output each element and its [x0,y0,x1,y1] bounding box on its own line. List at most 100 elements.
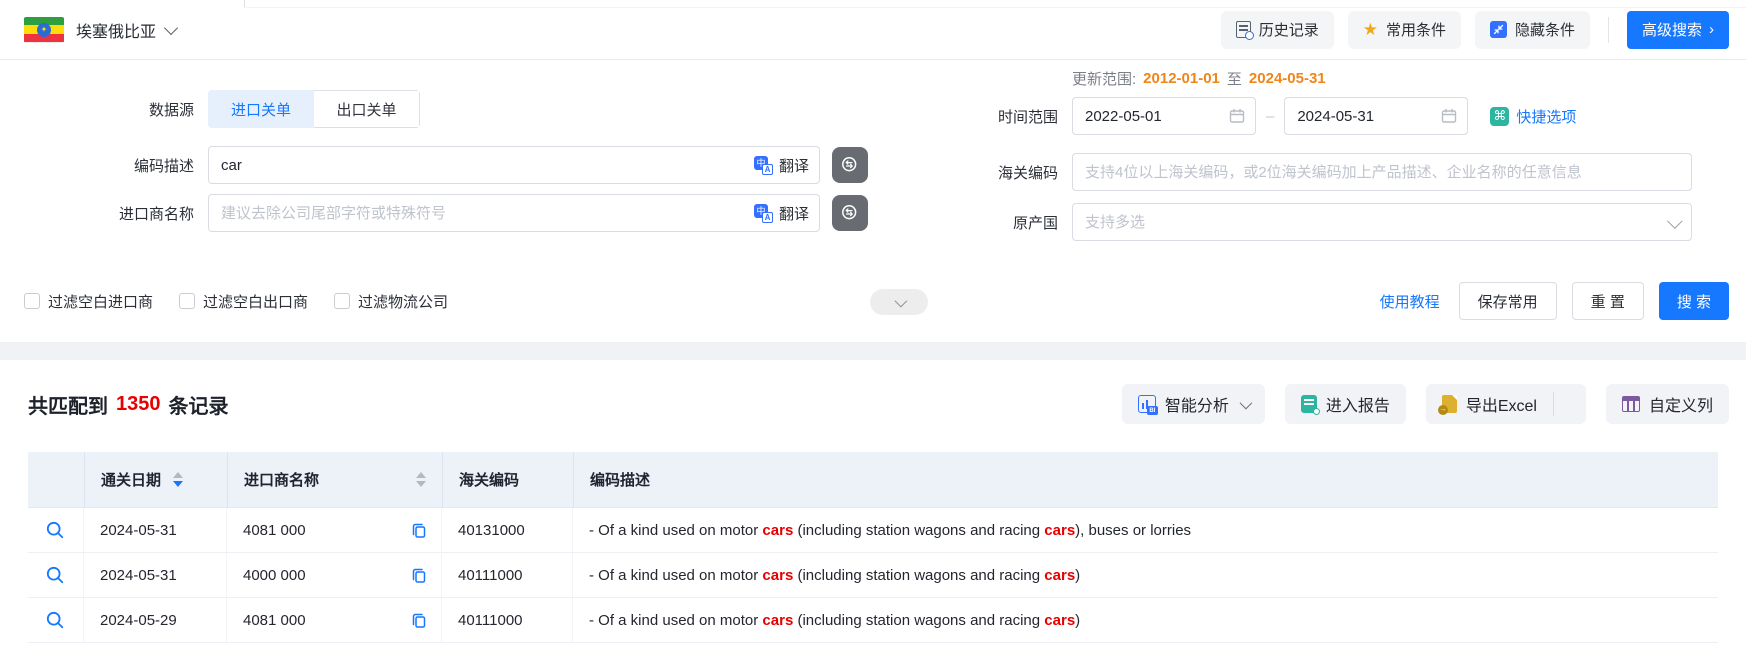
table-header-row: 通关日期 进口商名称 [28,452,1718,508]
copy-icon[interactable] [411,522,427,539]
cell-description: - Of a kind used on motor cars (includin… [573,598,1718,643]
filter-blank-importer[interactable]: 过滤空白进口商 [24,291,153,312]
filter-checkbox-group: 过滤空白进口商 过滤空白出口商 过滤物流公司 [24,291,448,312]
excel-file-icon: → [1442,395,1457,413]
importer-name: 4000 000 [243,567,306,584]
table-row[interactable]: 2024-05-31 4081 000 40131000 - Of a kind… [28,508,1718,553]
calendar-icon [1441,108,1457,124]
save-favorite-button[interactable]: 保存常用 [1459,282,1557,320]
synonym-search-button[interactable] [832,147,868,183]
export-excel-label: 导出Excel [1466,392,1537,416]
export-excel-button[interactable]: → 导出Excel [1426,384,1553,424]
results-table-body: 2024-05-31 4081 000 40131000 - Of a kind… [28,508,1718,643]
translate-button-2[interactable]: 中 A 翻译 [748,195,809,231]
tutorial-link[interactable]: 使用教程 [1380,291,1440,312]
start-date-picker[interactable] [1072,97,1256,135]
translate-icon: 中 A [754,204,773,223]
update-range-label: 更新范围: [1072,68,1136,89]
header-code-description: 编码描述 [573,452,1718,508]
cell-date: 2024-05-31 [84,508,227,553]
filter-label: 过滤空白出口商 [203,291,308,312]
table-row[interactable]: 2024-05-31 4000 000 40111000 - Of a kind… [28,553,1718,598]
checkbox-icon[interactable] [179,293,195,309]
customize-columns-button[interactable]: 自定义列 [1606,384,1729,424]
code-description-label: 编码描述 [24,155,194,176]
data-source-label: 数据源 [24,99,194,120]
end-date-picker[interactable] [1284,97,1468,135]
synonym-search-button-2[interactable] [832,195,868,231]
country-selector-label[interactable]: 埃塞俄比亚 [76,18,156,42]
magnifier-icon[interactable] [45,565,66,586]
tab-export-declarations[interactable]: 出口关单 [314,90,420,128]
translate-button[interactable]: 中 A 翻译 [748,147,809,183]
magnifier-icon[interactable] [45,610,66,631]
ethiopia-flag-icon: ✦ [24,17,64,43]
magnifier-icon[interactable] [45,520,66,541]
quick-options-button[interactable]: ⌘ 快捷选项 [1490,106,1576,127]
importer-name: 4081 000 [243,612,306,629]
translate-label: 翻译 [779,203,809,224]
translate-icon: 中 A [754,156,773,175]
advanced-search-button[interactable]: 高级搜索 › [1627,11,1729,49]
favorites-button[interactable]: ★ 常用条件 [1348,11,1461,49]
expand-conditions-button[interactable] [870,289,928,315]
time-range-label: 时间范围 [904,106,1058,127]
cell-description: - Of a kind used on motor cars (includin… [573,553,1718,598]
cell-importer: 4000 000 [227,553,442,598]
calendar-icon [1229,108,1245,124]
export-options-button[interactable] [1554,384,1586,424]
cell-importer: 4081 000 [227,598,442,643]
section-divider [0,342,1746,360]
filter-blank-exporter[interactable]: 过滤空白出口商 [179,291,308,312]
filter-label: 过滤物流公司 [358,291,448,312]
tab-import-declarations[interactable]: 进口关单 [208,90,314,128]
header-hs-code: 海关编码 [442,452,573,508]
end-date-input[interactable] [1285,98,1441,134]
chevron-down-icon [1239,396,1252,409]
cell-hs-code: 40111000 [442,553,573,598]
checkbox-icon[interactable] [24,293,40,309]
copy-icon[interactable] [411,612,427,629]
sort-control-importer[interactable] [416,472,426,487]
reset-button[interactable]: 重 置 [1572,282,1644,320]
table-row[interactable]: 2024-05-29 4081 000 40111000 - Of a kind… [28,598,1718,643]
enter-report-label: 进入报告 [1326,392,1390,416]
hide-conditions-button[interactable]: 隐藏条件 [1475,11,1590,49]
hide-conditions-label: 隐藏条件 [1515,19,1575,40]
origin-country-select[interactable] [1072,203,1692,241]
history-button[interactable]: 历史记录 [1221,11,1334,49]
sort-desc-icon [173,481,183,487]
filter-label: 过滤空白进口商 [48,291,153,312]
exchange-icon [840,155,860,175]
row-detail-cell [28,508,84,553]
column-label: 编码描述 [590,472,650,489]
hs-code-input[interactable] [1073,154,1691,190]
cell-hs-code: 40131000 [442,508,573,553]
search-button[interactable]: 搜 索 [1659,282,1729,320]
arrow-right-icon: › [1709,22,1714,37]
header-clearance-date: 通关日期 [84,452,227,508]
header-detail-column [28,452,84,508]
checkbox-icon[interactable] [334,293,350,309]
export-excel-group: → 导出Excel [1426,384,1586,424]
enter-report-button[interactable]: 进入报告 [1285,384,1406,424]
smart-analysis-button[interactable]: BI 智能分析 [1122,384,1265,424]
start-date-input[interactable] [1073,98,1229,134]
code-description-input[interactable] [209,147,819,183]
results-table: 通关日期 进口商名称 [28,452,1718,643]
sort-control-date[interactable] [173,472,183,487]
copy-icon[interactable] [411,567,427,584]
summary-prefix: 共匹配到 [28,390,108,419]
chevron-down-icon[interactable] [164,20,178,34]
chevron-down-icon [894,294,907,307]
results-count: 1350 [116,393,161,416]
filter-logistics-company[interactable]: 过滤物流公司 [334,291,448,312]
results-summary: 共匹配到 1350 条记录 [28,390,229,419]
header-divider [1608,17,1609,43]
sort-asc-icon [173,472,183,478]
translate-label: 翻译 [779,155,809,176]
hs-code-field-wrap [1072,153,1692,191]
row-detail-cell [28,598,84,643]
importer-name-input[interactable] [209,195,819,231]
origin-country-input[interactable] [1073,204,1668,240]
